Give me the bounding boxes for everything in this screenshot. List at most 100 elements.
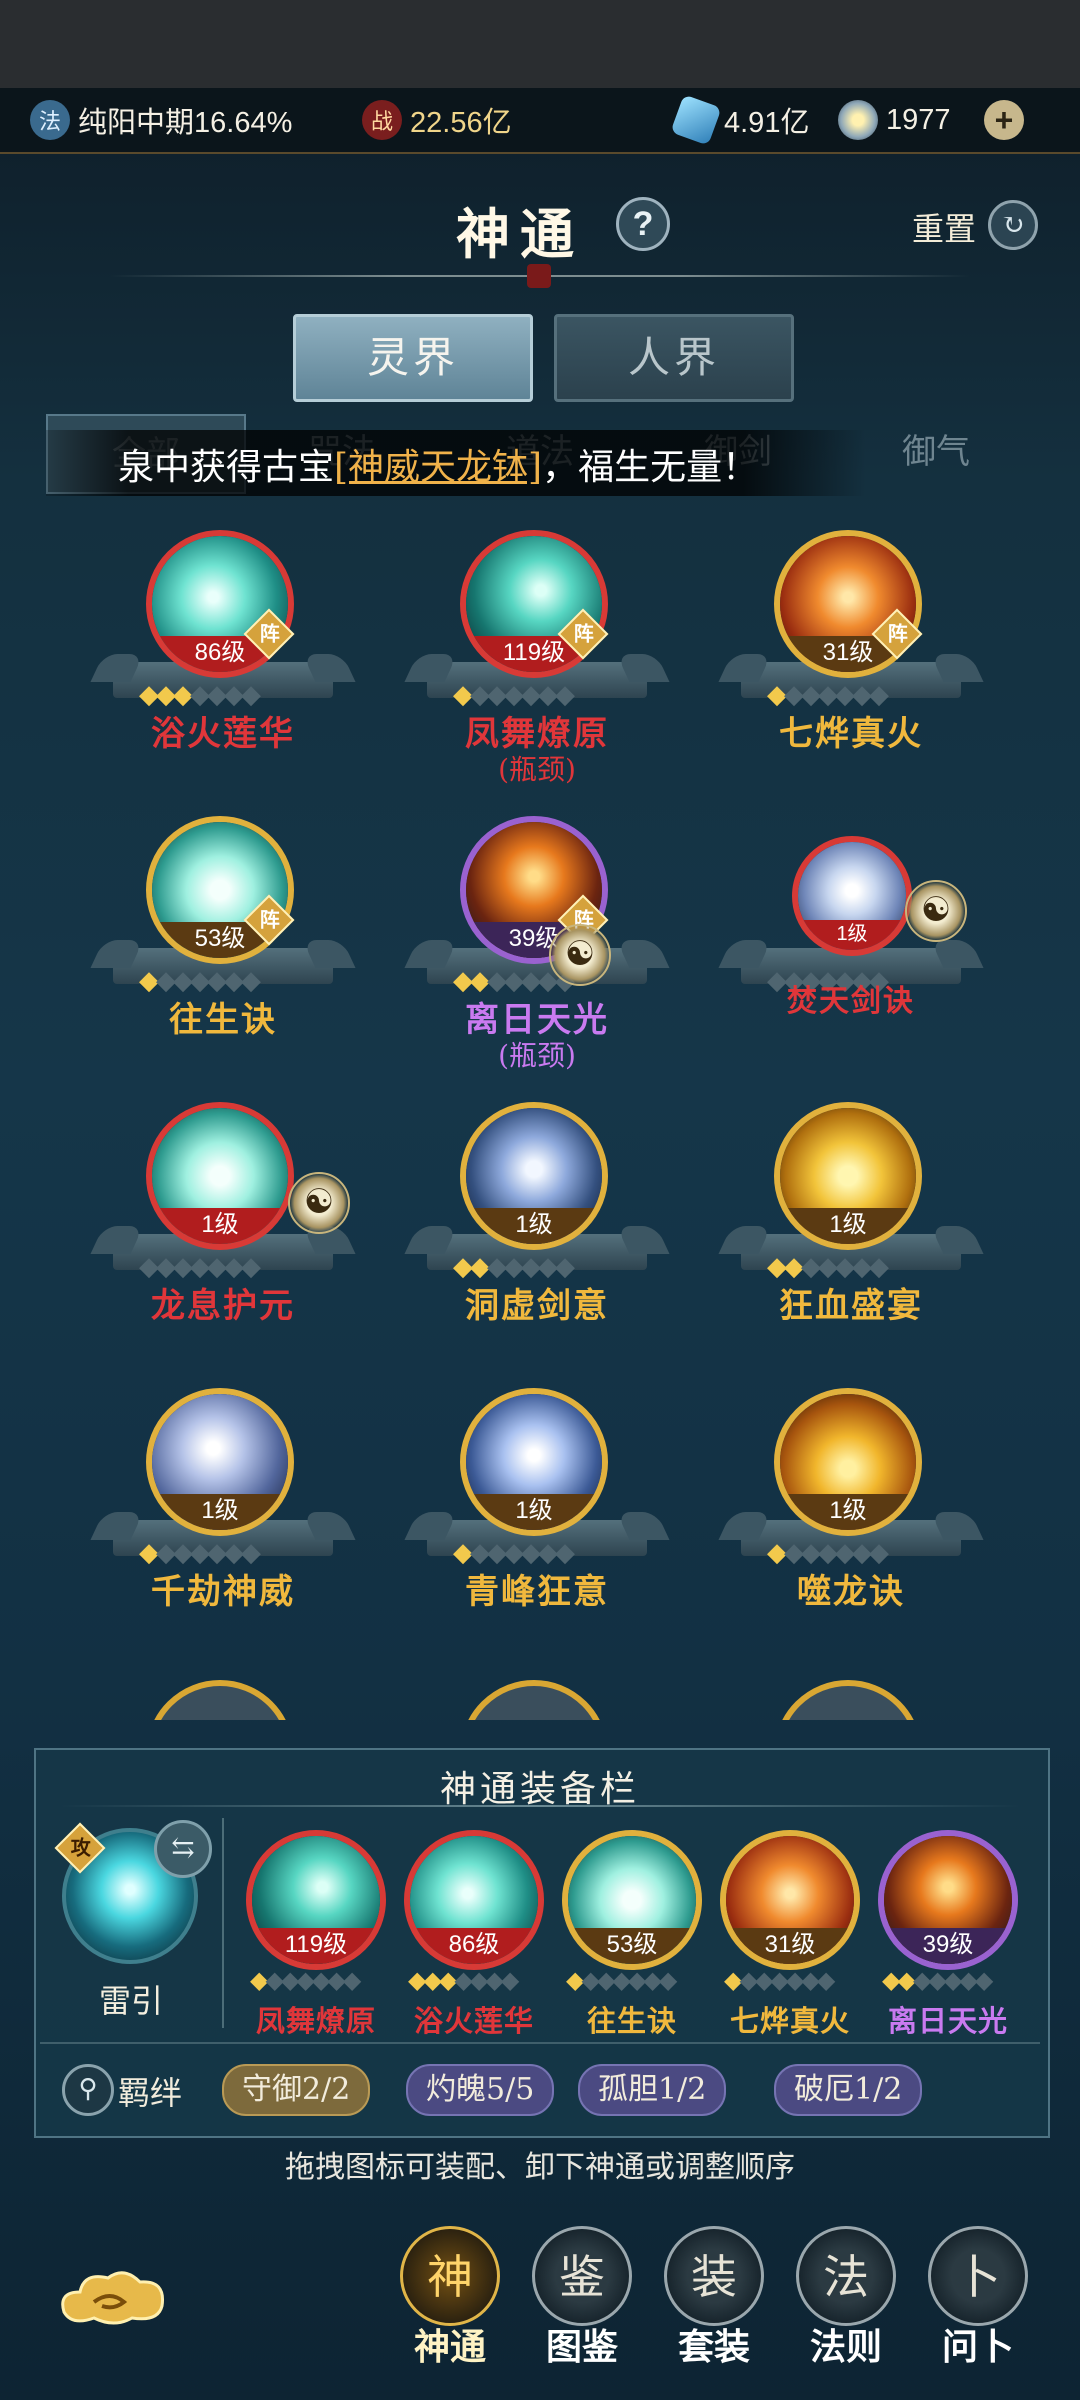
- skill-level: 1级: [798, 920, 906, 950]
- equip-divider: [60, 1805, 1020, 1807]
- jade-currency[interactable]: 1977: [838, 88, 951, 152]
- skill-level: 119级: [252, 1928, 380, 1964]
- skill-card[interactable]: 1级 ◆◆◆◆◆◆◆ 噬龙诀: [711, 1388, 991, 1668]
- yin-yang-icon[interactable]: ☯: [905, 880, 967, 942]
- skill-level: 1级: [152, 1494, 288, 1530]
- realm-icon: 法: [30, 100, 70, 140]
- nav-button[interactable]: 法法则: [794, 2226, 898, 2376]
- skill-card[interactable]: 31级阵 ◆◆◆◆◆◆◆ 七烨真火: [711, 530, 991, 810]
- formation-badge-label: 阵: [887, 621, 908, 646]
- reset-icon[interactable]: ↻: [988, 200, 1038, 250]
- skill-card[interactable]: 1级 ◆◆◆◆◆◆◆ 青峰狂意: [397, 1388, 677, 1668]
- skill-name: 离日天光: [887, 2004, 1008, 2038]
- bond-badge[interactable]: 守御2/2: [222, 2064, 371, 2116]
- skill-card[interactable]: 119级阵 ◆◆◆◆◆◆◆ 凤舞燎原 (瓶颈): [397, 530, 677, 810]
- bond-badge[interactable]: 破厄1/2: [774, 2064, 923, 2116]
- nav-button[interactable]: 装套装: [662, 2226, 766, 2376]
- announcement-treasure-link[interactable]: [神威天龙钵]: [334, 447, 542, 488]
- equip-slot[interactable]: 53级 ◆◆◆◆◆◆◆ 往生诀: [554, 1830, 710, 2038]
- skill-card[interactable]: 1级 ◆◆◆◆◆◆◆ 焚天剑诀: [711, 816, 991, 1096]
- yin-yang-icon[interactable]: ☯: [549, 924, 611, 986]
- skill-name: 千劫神威: [151, 1572, 295, 1612]
- spirit-stone-currency[interactable]: 4.91亿: [670, 88, 810, 152]
- drag-hint: 拖拽图标可装配、卸下神通或调整顺序: [285, 2150, 795, 2185]
- nav-button[interactable]: 鉴图鉴: [530, 2226, 634, 2376]
- tab-human-realm[interactable]: 人界: [554, 314, 794, 402]
- skill-icon-partial[interactable]: [460, 1680, 608, 1720]
- combat-power[interactable]: 战 22.56亿: [362, 88, 512, 152]
- equip-slot[interactable]: 86级 ◆◆◆◆◆◆◆ 浴火莲华: [396, 1830, 552, 2038]
- realm-progress[interactable]: 法 纯阳中期16.64%: [30, 88, 292, 152]
- bond-badge[interactable]: 孤胆1/2: [578, 2064, 727, 2116]
- skill-card[interactable]: 1级 ◆◆◆◆◆◆◆ 洞虚剑意: [397, 1102, 677, 1382]
- skill-card[interactable]: 1级 ◆◆◆◆◆◆◆ 狂血盛宴: [711, 1102, 991, 1382]
- nav-label: 图鉴: [545, 2326, 618, 2368]
- nav-button[interactable]: 卜问卜: [926, 2226, 1030, 2376]
- skill-level: 1级: [466, 1208, 602, 1244]
- nav-label: 套装: [677, 2326, 750, 2368]
- add-currency-button[interactable]: +: [984, 88, 1032, 152]
- skill-icon[interactable]: 1级: [460, 1388, 608, 1536]
- skill-name: 七烨真火: [729, 2004, 850, 2038]
- nav-label: 问卜: [941, 2326, 1014, 2368]
- skill-icon[interactable]: 1级: [146, 1388, 294, 1536]
- skill-name: 七烨真火: [779, 714, 923, 754]
- reset-label[interactable]: 重置: [912, 204, 976, 250]
- skill-icon[interactable]: 1级: [146, 1102, 294, 1250]
- skill-name: 焚天剑诀: [787, 984, 915, 1019]
- formation-badge-label: 阵: [259, 621, 280, 646]
- skill-card[interactable]: 1级 ◆◆◆◆◆◆◆ 龙息护元: [83, 1102, 363, 1382]
- swap-icon[interactable]: ⇆: [154, 1820, 212, 1878]
- skill-name: 凤舞燎原: [255, 2004, 376, 2038]
- skill-name: 青峰狂意: [465, 1572, 609, 1612]
- skill-icon[interactable]: 1级: [460, 1102, 608, 1250]
- skill-level: 1级: [780, 1494, 916, 1530]
- equip-slot[interactable]: 119级 ◆◆◆◆◆◆◆ 凤舞燎原: [238, 1830, 394, 2038]
- skill-stars: ◆◆◆◆◆◆◆: [408, 1966, 519, 1994]
- formation-badge-label: 阵: [573, 621, 594, 646]
- skill-icon-partial[interactable]: [146, 1680, 294, 1720]
- equip-separator: [222, 1818, 224, 2028]
- skill-card[interactable]: 39级阵◆◆◆◆◆◆◆离日天光(瓶颈): [397, 816, 677, 1096]
- yin-yang-icon[interactable]: ☯: [288, 1172, 350, 1234]
- skill-level: 1级: [466, 1494, 602, 1530]
- resource-bar: 法 纯阳中期16.64% 战 22.56亿 4.91亿 1977 +: [0, 88, 1080, 154]
- next-row-peek: [0, 1680, 1080, 1720]
- bond-badge[interactable]: 灼魄5/5: [406, 2064, 555, 2116]
- equip-slot[interactable]: 39级 ◆◆◆◆◆◆◆ 离日天光: [870, 1830, 1026, 2038]
- help-button[interactable]: ?: [616, 197, 670, 251]
- announcement-suffix: ，福生无量！: [542, 447, 759, 488]
- announcement-text: 泉中获得古宝[神威天龙钵]，福生无量！: [118, 438, 758, 490]
- nav-button[interactable]: 神神通: [398, 2226, 502, 2376]
- skill-icon-partial[interactable]: [774, 1680, 922, 1720]
- skill-card[interactable]: 53级阵 ◆◆◆◆◆◆◆ 往生诀: [83, 816, 363, 1096]
- nav-icon: 装: [664, 2226, 764, 2326]
- spirit-stone-value: 4.91亿: [724, 107, 810, 139]
- tab-spirit-realm[interactable]: 灵界: [293, 314, 533, 402]
- equipped-skill-icon[interactable]: 53级: [562, 1830, 702, 1970]
- filter-tab-qi[interactable]: 御气: [838, 414, 1034, 490]
- formation-badge-label: 阵: [259, 907, 280, 932]
- skill-stars: ◆◆◆◆◆◆◆: [250, 1966, 361, 1994]
- equipped-skill-icon[interactable]: 86级: [404, 1830, 544, 1970]
- skill-name: 洞虚剑意: [465, 1286, 609, 1326]
- equipped-skill-icon[interactable]: 39级: [878, 1830, 1018, 1970]
- system-status-bar: [0, 0, 1080, 88]
- skill-icon[interactable]: 1级: [792, 836, 912, 956]
- passive-skill-name: 雷引: [98, 1982, 163, 2020]
- skill-icon[interactable]: 1级: [774, 1388, 922, 1536]
- skill-level: 1级: [152, 1208, 288, 1244]
- skill-name: 狂血盛宴: [779, 1286, 923, 1326]
- skill-stars: ◆◆◆◆◆◆◆: [566, 1966, 677, 1994]
- cloud-menu-icon[interactable]: [54, 2262, 172, 2332]
- equipped-skill-icon[interactable]: 119级: [246, 1830, 386, 1970]
- skill-icon[interactable]: 1级: [774, 1102, 922, 1250]
- skill-card[interactable]: 1级 ◆◆◆◆◆◆◆ 千劫神威: [83, 1388, 363, 1668]
- nav-label: 法则: [809, 2326, 882, 2368]
- nav-icon: 鉴: [532, 2226, 632, 2326]
- skill-card[interactable]: 86级阵 ◆◆◆◆◆◆◆ 浴火莲华: [83, 530, 363, 810]
- equipped-skill-icon[interactable]: 31级: [720, 1830, 860, 1970]
- search-icon[interactable]: ⚲: [62, 2064, 114, 2116]
- equip-slot[interactable]: 31级 ◆◆◆◆◆◆◆ 七烨真火: [712, 1830, 868, 2038]
- skill-level: 86级: [410, 1928, 538, 1964]
